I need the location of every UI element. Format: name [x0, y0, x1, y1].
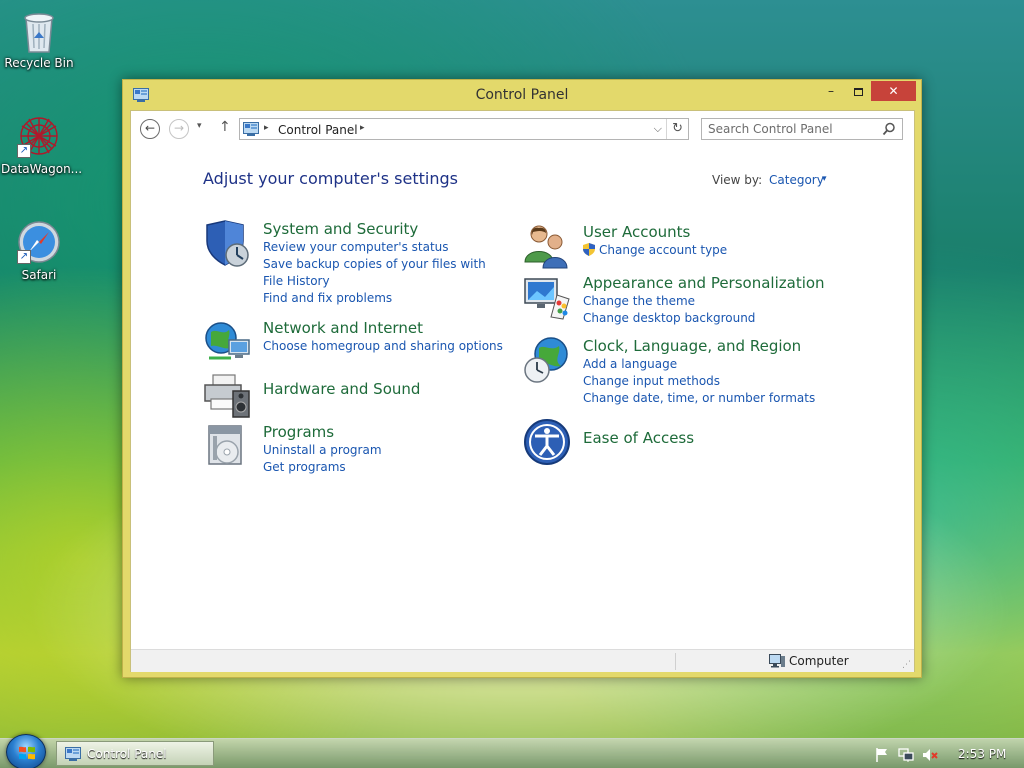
- up-button[interactable]: ↑: [219, 119, 231, 135]
- forward-button[interactable]: →: [169, 119, 189, 139]
- link-homegroup-sharing[interactable]: Choose homegroup and sharing options: [263, 338, 503, 355]
- control-panel-icon: [65, 747, 81, 761]
- recycle-bin-icon: [17, 8, 61, 53]
- status-location: Computer: [789, 654, 849, 668]
- title-bar[interactable]: Control Panel – ✕: [123, 80, 921, 110]
- link-review-computer-status[interactable]: Review your computer's status: [263, 239, 493, 256]
- status-bar: Computer ⋰: [131, 649, 914, 672]
- taskbar-button-label: Control Panel: [87, 747, 167, 761]
- category-title[interactable]: Ease of Access: [583, 428, 694, 448]
- uac-shield-icon: [583, 243, 595, 256]
- refresh-button[interactable]: ↻: [672, 121, 683, 136]
- maximize-icon: [853, 87, 863, 96]
- maximize-button[interactable]: [845, 81, 871, 101]
- desktop-icon-label: DataWagon...: [1, 162, 83, 176]
- navigation-bar: ← → ▾ ↑ ▸ Control Panel ▸ ⌵ ↻ Search Con…: [131, 111, 914, 147]
- start-button[interactable]: [6, 734, 46, 768]
- category-title[interactable]: Clock, Language, and Region: [583, 336, 815, 356]
- datawagon-icon: ↗: [17, 114, 61, 158]
- link-change-input-methods[interactable]: Change input methods: [583, 373, 815, 390]
- category-title[interactable]: Appearance and Personalization: [583, 273, 825, 293]
- control-panel-window: Control Panel – ✕ ← → ▾ ↑ ▸ Control Pane…: [122, 79, 922, 678]
- link-add-language[interactable]: Add a language: [583, 356, 815, 373]
- address-dropdown-button[interactable]: ⌵: [654, 122, 662, 136]
- resize-grip-icon[interactable]: ⋰: [902, 660, 911, 670]
- link-change-desktop-background[interactable]: Change desktop background: [583, 310, 825, 327]
- link-find-and-fix-problems[interactable]: Find and fix problems: [263, 290, 493, 307]
- breadcrumb-separator[interactable]: ▸: [360, 123, 365, 133]
- breadcrumb-control-panel[interactable]: Control Panel: [278, 123, 358, 137]
- computer-icon: [769, 654, 785, 668]
- breadcrumb-separator[interactable]: ▸: [264, 123, 269, 133]
- link-change-date-time-formats[interactable]: Change date, time, or number formats: [583, 390, 815, 407]
- chevron-down-icon[interactable]: ▾: [822, 174, 827, 184]
- page-title: Adjust your computer's settings: [203, 169, 458, 188]
- category-title[interactable]: Hardware and Sound: [263, 379, 420, 399]
- link-get-programs[interactable]: Get programs: [263, 459, 382, 476]
- link-change-theme[interactable]: Change the theme: [583, 293, 825, 310]
- safari-icon: ↗: [17, 220, 61, 264]
- shortcut-arrow-icon: ↗: [17, 144, 31, 158]
- search-input[interactable]: [708, 121, 878, 137]
- link-save-backup-file-history[interactable]: Save backup copies of your files with Fi…: [263, 256, 493, 290]
- printer-speaker-icon: [203, 371, 251, 419]
- view-by-label: View by:: [712, 173, 763, 187]
- desktop-icon-datawagon[interactable]: ↗ DataWagon...: [1, 114, 83, 176]
- security-shield-icon: [203, 219, 251, 267]
- ease-of-access-icon: [523, 418, 571, 466]
- control-panel-icon: [243, 122, 259, 136]
- desktop-icon-label: Recycle Bin: [4, 56, 74, 70]
- taskbar-button-control-panel[interactable]: Control Panel: [56, 741, 214, 766]
- category-title[interactable]: Network and Internet: [263, 318, 503, 338]
- status-divider: [675, 653, 676, 670]
- recent-locations-button[interactable]: ▾: [197, 121, 202, 131]
- shortcut-arrow-icon: ↗: [17, 250, 31, 264]
- close-button[interactable]: ✕: [871, 81, 916, 101]
- taskbar: Control Panel 2:53 PM: [0, 734, 1024, 768]
- desktop-icon-safari[interactable]: ↗ Safari: [1, 220, 77, 282]
- address-bar[interactable]: ▸ Control Panel ▸ ⌵ ↻: [239, 118, 689, 140]
- system-clock[interactable]: 2:53 PM: [958, 747, 1006, 761]
- network-icon[interactable]: [898, 747, 914, 763]
- search-box[interactable]: [701, 118, 903, 140]
- clock-globe-icon: [523, 336, 571, 384]
- users-icon: [523, 222, 571, 270]
- appearance-icon: [523, 273, 571, 321]
- view-by-dropdown[interactable]: Category: [769, 173, 824, 187]
- category-title[interactable]: System and Security: [263, 219, 493, 239]
- desktop-icon-label: Safari: [21, 268, 57, 282]
- programs-icon: [203, 422, 251, 470]
- link-change-account-type[interactable]: Change account type: [583, 242, 727, 259]
- category-title[interactable]: Programs: [263, 422, 382, 442]
- search-icon[interactable]: [882, 122, 896, 136]
- link-label[interactable]: Change account type: [599, 243, 727, 257]
- minimize-button[interactable]: –: [817, 81, 845, 101]
- link-uninstall-program[interactable]: Uninstall a program: [263, 442, 382, 459]
- address-divider: [666, 119, 667, 139]
- network-globe-icon: [203, 318, 251, 366]
- desktop-icon-recycle-bin[interactable]: Recycle Bin: [1, 8, 77, 70]
- action-center-flag-icon[interactable]: [874, 747, 890, 763]
- windows-logo-icon: [18, 745, 36, 761]
- client-area: ← → ▾ ↑ ▸ Control Panel ▸ ⌵ ↻ Search Con…: [130, 110, 915, 672]
- back-button[interactable]: ←: [140, 119, 160, 139]
- volume-muted-icon[interactable]: [922, 747, 938, 763]
- window-title: Control Panel: [475, 87, 569, 103]
- category-title[interactable]: User Accounts: [583, 222, 727, 242]
